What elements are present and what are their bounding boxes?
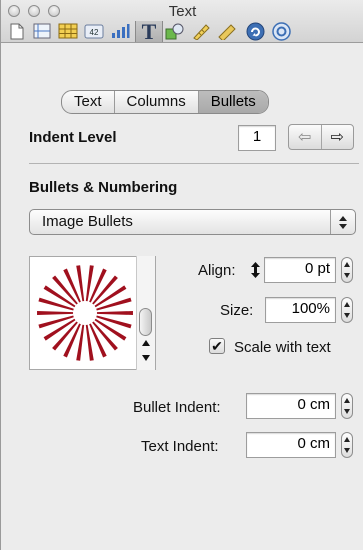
size-field[interactable]: 100%	[265, 297, 336, 323]
bullet-indent-field[interactable]: 0 cm	[246, 393, 336, 419]
scroll-thumb[interactable]	[139, 308, 152, 336]
scale-with-text-label: Scale with text	[234, 339, 331, 356]
align-stepper[interactable]	[341, 257, 353, 283]
bullet-type-value: Image Bullets	[42, 213, 133, 230]
ruler-inspector-icon[interactable]	[216, 21, 238, 41]
tab-bullets[interactable]: Bullets	[198, 91, 268, 113]
text-inspector-window: Text 42 T Text Columns Bullets Indent Le…	[0, 0, 363, 550]
layout-inspector-icon[interactable]	[31, 21, 53, 41]
format-inspector-icon[interactable]: 42	[83, 21, 105, 41]
scroll-up-icon[interactable]	[142, 340, 150, 346]
text-inspector-icon[interactable]: T	[135, 19, 163, 44]
decrease-indent-button[interactable]: ⇦	[289, 125, 322, 149]
indent-level-label: Indent Level	[29, 129, 117, 146]
document-inspector-icon[interactable]	[6, 21, 28, 41]
indent-level-field[interactable]: 1	[238, 125, 276, 151]
scroll-down-icon[interactable]	[142, 355, 150, 361]
chart-inspector-icon[interactable]	[109, 21, 131, 41]
text-indent-label: Text Indent:	[141, 438, 219, 455]
text-indent-stepper[interactable]	[341, 432, 353, 458]
indent-arrows: ⇦ ⇨	[288, 124, 354, 150]
increase-indent-button[interactable]: ⇨	[322, 125, 354, 149]
title-bar: Text 42 T	[1, 0, 363, 44]
bullet-type-popup[interactable]: Image Bullets	[29, 209, 356, 235]
table-inspector-icon[interactable]	[57, 21, 79, 41]
align-label: Align:	[198, 262, 236, 279]
format-badge-text: 42	[90, 28, 99, 37]
text-indent-field[interactable]: 0 cm	[246, 432, 336, 458]
divider	[29, 163, 359, 164]
inspector-tabs: Text Columns Bullets	[61, 90, 269, 114]
image-scrollbar[interactable]	[136, 256, 155, 370]
size-stepper[interactable]	[341, 297, 353, 323]
bullet-indent-stepper[interactable]	[341, 393, 353, 419]
tab-columns[interactable]: Columns	[115, 91, 199, 113]
vertical-align-icon	[251, 262, 260, 278]
bullets-numbering-label: Bullets & Numbering	[29, 179, 178, 196]
link-inspector-icon[interactable]	[244, 21, 266, 41]
bullet-image	[37, 265, 133, 361]
popup-arrows-icon	[330, 210, 355, 234]
metrics-inspector-icon[interactable]	[190, 21, 212, 41]
align-field[interactable]: 0 pt	[264, 257, 336, 283]
scale-with-text-checkbox[interactable]: ✔	[209, 338, 225, 354]
inspector-toolbar: 42 T	[1, 19, 363, 44]
graphic-inspector-icon[interactable]	[164, 21, 186, 41]
window-title: Text	[168, 3, 197, 20]
tab-text[interactable]: Text	[62, 91, 115, 113]
quicktime-inspector-icon[interactable]	[270, 21, 292, 41]
size-label: Size:	[220, 302, 254, 319]
bullet-indent-label: Bullet Indent:	[133, 399, 221, 416]
